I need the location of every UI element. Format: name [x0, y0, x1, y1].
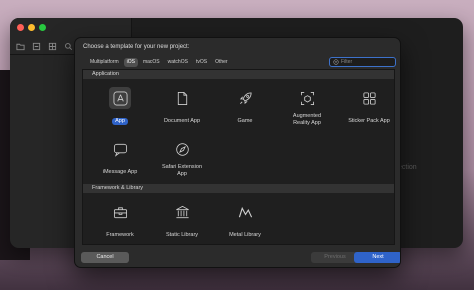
platform-tabs: Multiplatform iOS macOS watchOS tvOS Other	[87, 58, 231, 67]
template-game[interactable]: Game	[214, 87, 276, 127]
close-window-button[interactable]	[17, 24, 24, 31]
metal-icon	[234, 201, 256, 223]
template-augmented-reality-app[interactable]: Augmented Reality App	[276, 87, 338, 129]
tab-watchos[interactable]: watchOS	[165, 58, 191, 67]
template-app[interactable]: App	[89, 87, 151, 127]
tab-tvos[interactable]: tvOS	[193, 58, 210, 67]
traffic-lights	[17, 24, 46, 31]
template-label: Framework	[106, 232, 134, 238]
tab-other[interactable]: Other	[212, 58, 231, 67]
new-project-sheet: Choose a template for your new project: …	[74, 37, 401, 268]
app-icon	[109, 87, 131, 109]
template-label: Augmented Reality App	[292, 113, 322, 126]
template-sticker-pack-app[interactable]: Sticker Pack App	[338, 87, 394, 127]
section-header-framework-library: Framework & Library	[83, 184, 394, 193]
tab-ios[interactable]: iOS	[123, 58, 138, 67]
rocket-icon	[234, 87, 256, 109]
template-label: Sticker Pack App	[348, 118, 390, 124]
template-label: Document App	[163, 118, 201, 124]
toolbox-icon	[109, 201, 131, 223]
sheet-title: Choose a template for your new project:	[83, 44, 190, 50]
compass-icon	[171, 138, 193, 160]
template-label: Metal Library	[229, 232, 261, 238]
grid-icon[interactable]	[48, 42, 57, 51]
template-metal-library[interactable]: Metal Library	[214, 201, 276, 241]
zoom-window-button[interactable]	[39, 24, 46, 31]
source-control-icon[interactable]	[32, 42, 41, 51]
template-framework[interactable]: Framework	[89, 201, 151, 241]
template-label: Static Library	[165, 232, 199, 238]
template-document-app[interactable]: Document App	[151, 87, 213, 127]
template-safari-extension-app[interactable]: Safari Extension App	[151, 138, 213, 180]
search-icon[interactable]	[64, 42, 73, 51]
template-static-library[interactable]: Static Library	[151, 201, 213, 241]
message-bubble-icon	[109, 138, 131, 160]
filter-icon	[333, 59, 339, 65]
next-button[interactable]: Next	[354, 252, 400, 263]
previous-button: Previous	[311, 252, 359, 263]
platform-tab-bar: Multiplatform iOS macOS watchOS tvOS Other	[81, 56, 396, 69]
cancel-button[interactable]: Cancel	[81, 252, 129, 263]
folder-icon[interactable]	[16, 42, 25, 51]
template-list[interactable]: Application App Document App Game Augmen…	[82, 69, 395, 245]
section-header-application: Application	[83, 70, 394, 79]
document-icon	[171, 87, 193, 109]
template-label: Game	[237, 118, 253, 124]
sticker-grid-icon	[358, 87, 380, 109]
minimize-window-button[interactable]	[28, 24, 35, 31]
template-label: App	[112, 118, 128, 125]
tab-multiplatform[interactable]: Multiplatform	[87, 58, 122, 67]
filter-input[interactable]	[341, 58, 395, 66]
template-label: Safari Extension App	[161, 164, 203, 177]
template-imessage-app[interactable]: iMessage App	[89, 138, 151, 178]
ar-cube-icon	[296, 87, 318, 109]
tab-macos[interactable]: macOS	[140, 58, 163, 67]
template-label: iMessage App	[102, 169, 138, 175]
filter-field[interactable]	[329, 57, 396, 67]
building-columns-icon	[171, 201, 193, 223]
